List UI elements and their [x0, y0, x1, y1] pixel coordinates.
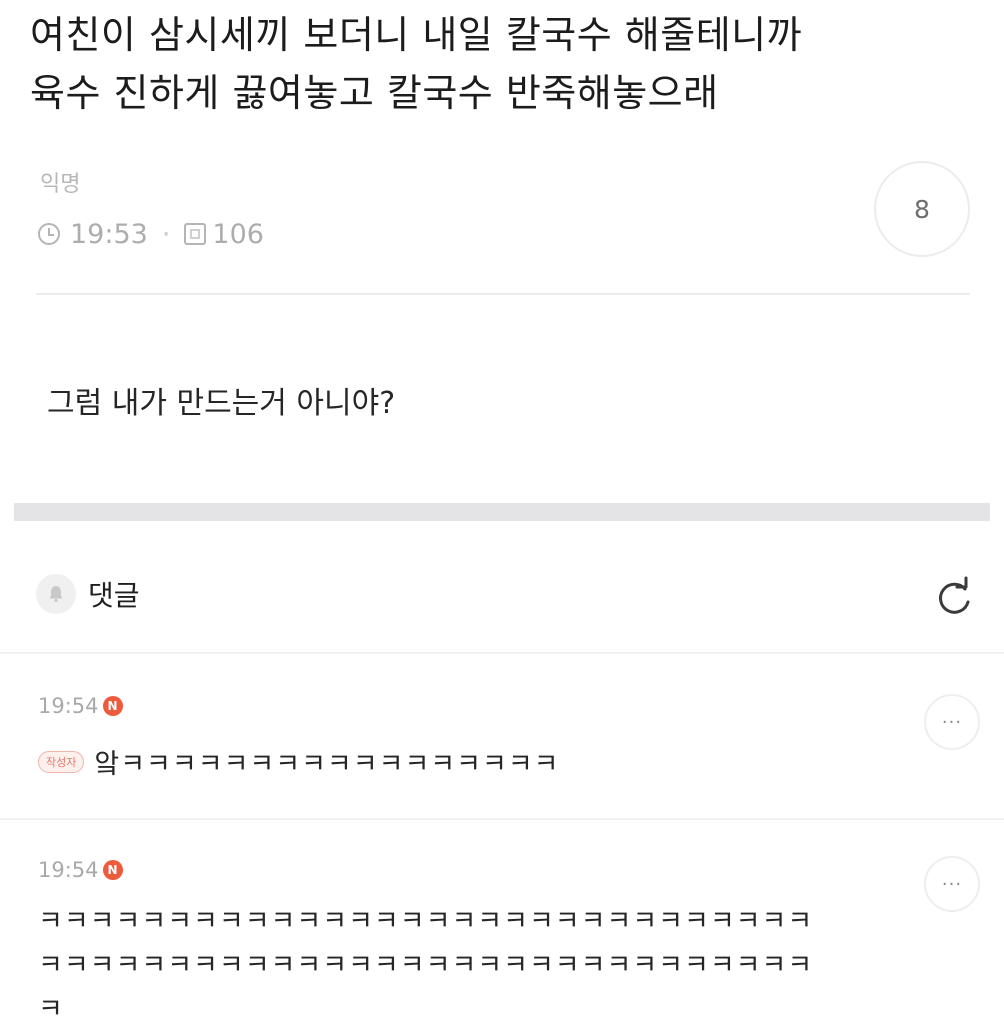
new-badge: N: [102, 860, 123, 880]
comment-2-meta: 19:54 N: [38, 858, 123, 882]
author-badge: 작성자: [38, 750, 85, 773]
comment-text-line: ㅋㅋㅋㅋㅋㅋㅋㅋㅋㅋㅋㅋㅋㅋㅋㅋㅋㅋㅋㅋㅋㅋㅋㅋㅋㅋㅋㅋㅋㅋ: [38, 906, 814, 937]
post-author: 익명: [40, 172, 81, 197]
comment-time: 19:54: [38, 694, 99, 718]
comment-more-button[interactable]: ···: [924, 694, 980, 750]
bell-icon[interactable]: [36, 574, 76, 614]
meta-separator: ·: [161, 218, 171, 250]
post-time: 19:53: [70, 218, 148, 250]
comment-text-line: ㅋㅋㅋㅋㅋㅋㅋㅋㅋㅋㅋㅋㅋㅋㅋㅋㅋㅋㅋㅋㅋㅋㅋㅋㅋㅋㅋㅋㅋㅋ: [38, 950, 814, 981]
comment-text: 앜ㅋㅋㅋㅋㅋㅋㅋㅋㅋㅋㅋㅋㅋㅋㅋㅋㅋ: [94, 749, 560, 780]
post-title-line-1: 여친이 삼시세끼 보더니 내일 칼국수 해줄테니까: [30, 13, 803, 57]
clock-icon: [38, 223, 60, 245]
bell-icon-glyph: [49, 586, 63, 603]
divider: [0, 818, 1004, 820]
divider: [0, 652, 1004, 654]
comment-1-content: 작성자 앜ㅋㅋㅋㅋㅋㅋㅋㅋㅋㅋㅋㅋㅋㅋㅋㅋㅋ: [38, 742, 560, 781]
divider: [36, 293, 970, 295]
post-body: 그럼 내가 만드는거 아니야?: [47, 386, 396, 421]
post-title: 여친이 삼시세끼 보더니 내일 칼국수 해줄테니까 육수 진하게 끓여놓고 칼국…: [30, 6, 980, 122]
comment-1-meta: 19:54 N: [38, 694, 123, 718]
post-title-line-2: 육수 진하게 끓여놓고 칼국수 반죽해놓으래: [30, 71, 719, 115]
section-divider: [14, 503, 990, 521]
comments-header: 댓글: [36, 574, 140, 614]
comment-time: 19:54: [38, 858, 99, 882]
comments-label: 댓글: [88, 579, 140, 612]
comment-text: ㅋㅋㅋㅋㅋㅋㅋㅋㅋㅋㅋㅋㅋㅋㅋㅋㅋㅋㅋㅋㅋㅋㅋㅋㅋㅋㅋㅋㅋㅋ ㅋㅋㅋㅋㅋㅋㅋㅋㅋ…: [38, 900, 938, 1032]
views-icon: [184, 223, 207, 245]
post-meta: 19:53 · 106: [38, 214, 264, 254]
refresh-icon[interactable]: [926, 572, 982, 628]
post-views: 106: [212, 218, 264, 250]
comment-count-button[interactable]: 8: [874, 161, 970, 257]
comment-text-line: ㅋ: [38, 994, 64, 1025]
comment-count: 8: [914, 194, 930, 224]
new-badge: N: [102, 696, 123, 716]
